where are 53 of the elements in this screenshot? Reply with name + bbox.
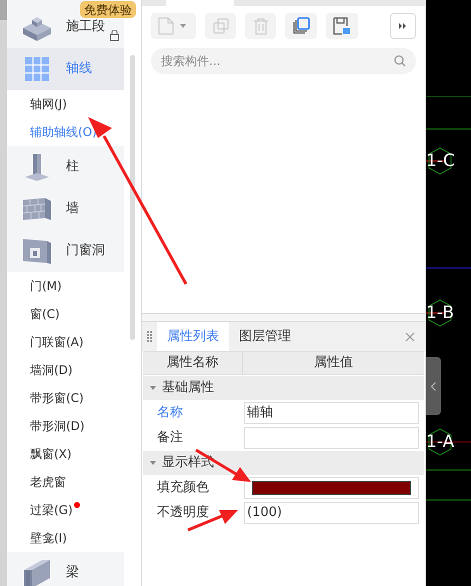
category-label: 柱 <box>66 158 79 176</box>
category-label: 施工段 <box>66 18 105 36</box>
search-icon <box>394 55 406 67</box>
property-field[interactable]: (100) <box>244 502 419 524</box>
trial-badge: 免费体验 <box>80 1 136 18</box>
property-field[interactable]: 辅轴 <box>244 402 419 424</box>
copy-icon <box>212 17 230 35</box>
layers-icon <box>292 17 310 35</box>
group-header[interactable]: 基础属性 <box>143 376 424 400</box>
group-label: 基础属性 <box>162 379 214 398</box>
column-header: 属性值 <box>313 354 354 372</box>
sidebar-item[interactable]: 门(M) <box>30 277 62 295</box>
property-name: 备注 <box>157 428 183 447</box>
drag-handle-icon[interactable] <box>147 330 152 342</box>
expand-button[interactable] <box>390 13 416 39</box>
grid-icon <box>25 57 49 81</box>
save-button[interactable] <box>326 13 358 39</box>
category-label: 轴线 <box>66 60 92 78</box>
column-icon <box>23 152 51 182</box>
category-label: 门窗洞 <box>66 242 105 260</box>
color-field[interactable] <box>244 476 419 498</box>
document-icon <box>156 16 176 36</box>
doorway-icon <box>21 237 53 265</box>
property-name: 名称 <box>157 404 183 422</box>
scrollbar[interactable] <box>0 0 7 20</box>
property-name: 填充颜色 <box>157 478 209 497</box>
delete-button[interactable] <box>245 13 276 39</box>
panel-tab[interactable]: 图层管理 <box>229 322 301 351</box>
category-label: 墙 <box>66 200 79 218</box>
search-field[interactable]: 搜索构件... <box>151 48 416 74</box>
sidebar-item[interactable]: 老虎窗 <box>30 473 66 491</box>
new-button[interactable] <box>151 13 196 39</box>
caret-icon <box>150 461 156 465</box>
column-header: 属性名称 <box>143 352 243 374</box>
close-button[interactable] <box>405 332 415 342</box>
property-field[interactable] <box>244 426 419 448</box>
collapse-handle[interactable] <box>426 357 441 415</box>
close-icon <box>405 332 415 342</box>
axis-label: 1-A <box>426 434 454 451</box>
copy-button[interactable] <box>205 13 236 39</box>
sidebar-item[interactable]: 窗(C) <box>30 305 60 323</box>
brick-wall-icon <box>21 196 53 222</box>
chevron-left-icon <box>431 382 436 390</box>
caret-icon <box>150 386 156 390</box>
property-name: 不透明度 <box>157 504 209 522</box>
duplicate-button[interactable] <box>285 13 317 39</box>
panel-tab[interactable]: 属性列表 <box>157 322 229 351</box>
trash-icon <box>252 17 268 35</box>
category-label: 梁 <box>66 564 79 582</box>
double-arrow-icon <box>399 23 407 29</box>
save-icon <box>333 17 351 35</box>
caret-icon <box>180 24 186 28</box>
scrollbar[interactable] <box>130 55 135 340</box>
